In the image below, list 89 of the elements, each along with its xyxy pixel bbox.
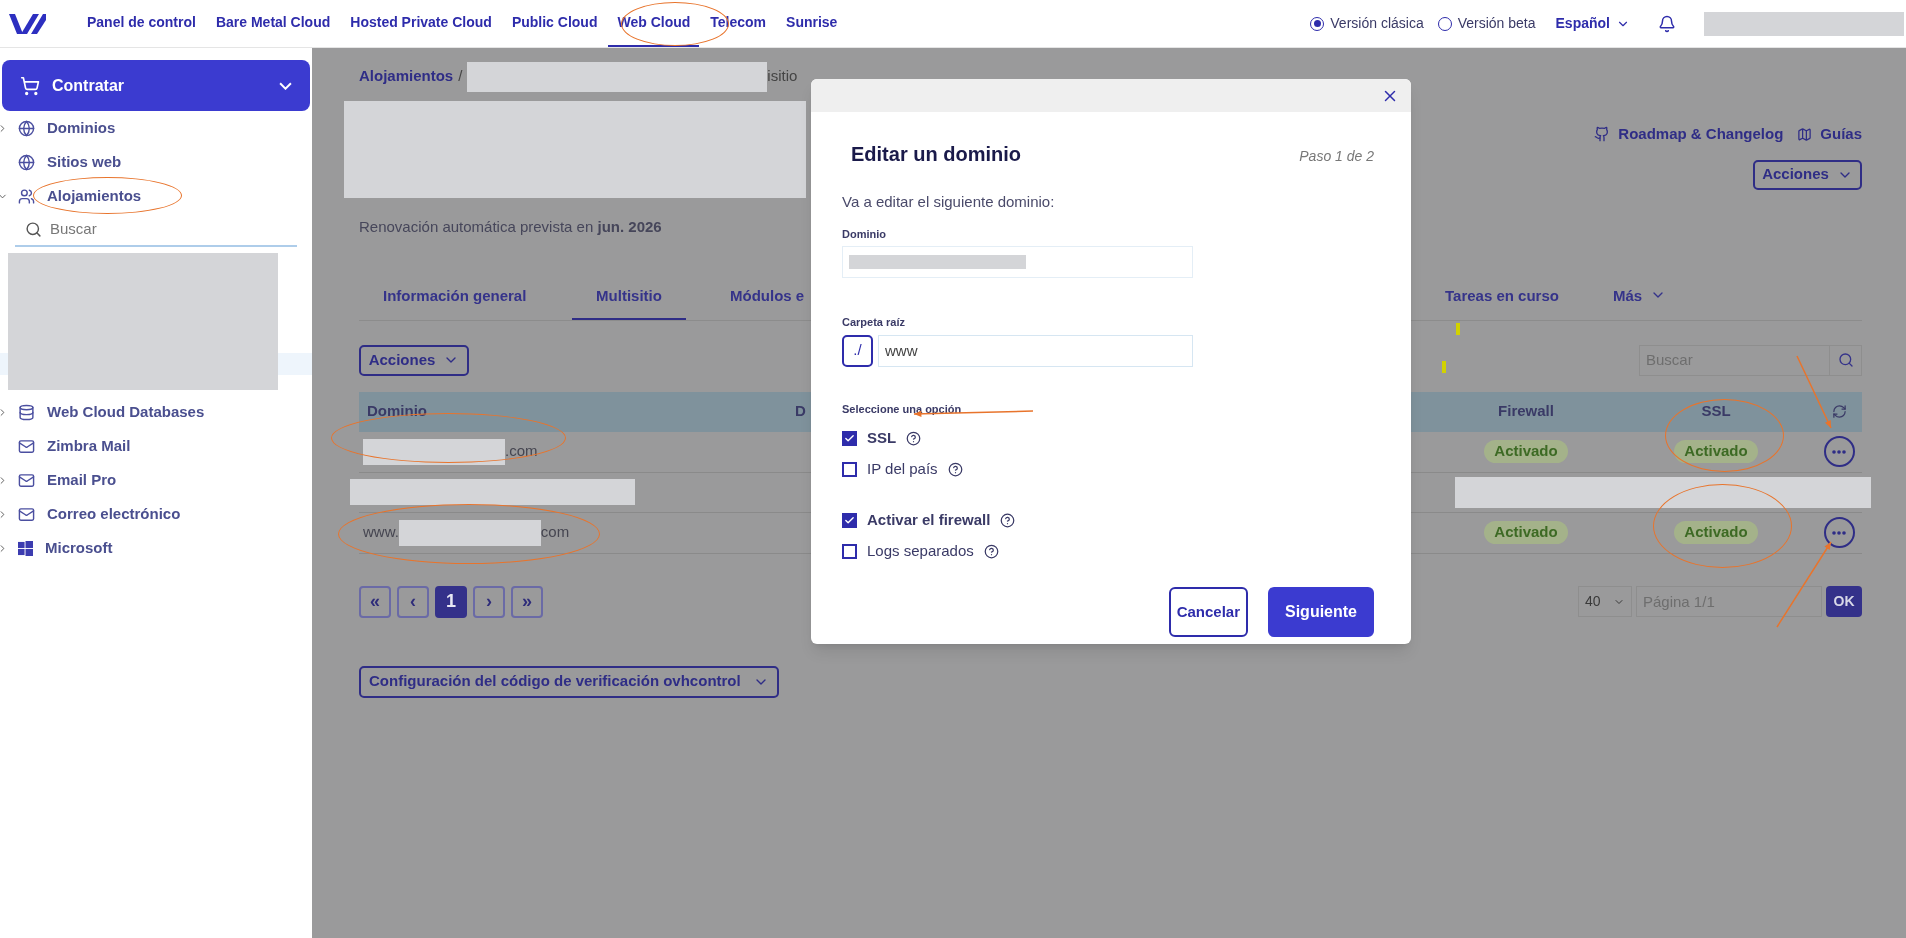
version-radio[interactable]: Versión beta (1437, 13, 1536, 34)
section-tab[interactable]: Módulos e (730, 284, 808, 320)
dialog-intro: Va a editar el siguiente dominio: (842, 192, 1056, 212)
cart-icon (20, 75, 40, 96)
table-actions-dropdown[interactable]: Acciones (359, 344, 469, 376)
pagination-button[interactable]: » (511, 585, 543, 618)
nav-tab[interactable]: Panel de control (78, 0, 205, 47)
option-checkbox[interactable]: Logs separados (842, 536, 999, 567)
sidebar-item[interactable]: Web Cloud Databases (0, 395, 312, 429)
actions-dropdown[interactable]: Acciones (1753, 159, 1862, 190)
refresh-icon[interactable] (1831, 404, 1847, 419)
pagination-button[interactable]: « (359, 585, 391, 618)
options-label: Seleccione una opción (842, 401, 962, 417)
field-label: Carpeta raíz (842, 315, 906, 330)
tick-mark (1456, 322, 1460, 335)
order-button[interactable]: Contratar (2, 60, 310, 111)
windows-icon (18, 540, 33, 556)
breadcrumb-link[interactable]: Alojamientos (359, 65, 454, 88)
dialog-title: Editar un dominio (851, 142, 1021, 167)
cancel-button[interactable]: Cancelar (1168, 587, 1248, 637)
root-folder-field[interactable]: www (878, 334, 1193, 367)
section-tab[interactable]: Multisitio (572, 284, 686, 320)
ellipsis-icon (1832, 530, 1846, 535)
ellipsis-icon (1832, 449, 1846, 454)
help-icon[interactable] (1000, 513, 1016, 528)
header-link[interactable]: Roadmap & Changelog (1594, 123, 1784, 146)
more-tab[interactable]: Más (1594, 284, 1685, 320)
language-dropdown[interactable]: Español (1555, 13, 1630, 34)
option-checkbox[interactable]: Activar el firewall (842, 505, 1016, 536)
help-icon[interactable] (906, 431, 922, 446)
section-tab[interactable]: Tareas en curso (1427, 284, 1577, 320)
ok-button[interactable]: OK (1826, 586, 1862, 617)
status-badge: Activado (1674, 521, 1758, 544)
domain-text: www. (363, 522, 399, 543)
envelope-icon (18, 505, 35, 523)
status-badge: Activado (1484, 521, 1568, 544)
header-link[interactable]: Guías (1797, 123, 1862, 146)
section-tab[interactable]: Información general (365, 284, 555, 320)
sidebar-item[interactable]: Correo electrónico (0, 497, 312, 531)
column-header: SSL (1701, 401, 1731, 422)
breadcrumb-text: isitio (767, 66, 798, 87)
sidebar-search-field[interactable]: Buscar (50, 217, 270, 241)
step-indicator: Paso 1 de 2 (1299, 147, 1374, 166)
column-header: Firewall (1498, 401, 1554, 422)
pagination-button[interactable]: › (473, 585, 505, 618)
github-icon (1594, 126, 1611, 143)
column-header: Dominio (366, 401, 427, 422)
option-checkbox[interactable]: IP del país (842, 454, 963, 485)
page-size-select[interactable]: 40 (1578, 586, 1632, 617)
globe-icon (18, 119, 35, 137)
domain-text: .com (505, 441, 538, 462)
nav-tab[interactable]: Sunrise (777, 0, 847, 47)
nav-tab[interactable]: Public Cloud (502, 0, 607, 47)
sidebar-item[interactable]: Dominios (0, 111, 312, 145)
sidebar-item[interactable]: Zimbra Mail (0, 429, 312, 463)
database-icon (18, 403, 35, 421)
envelope-icon (18, 471, 35, 489)
globe-icon (18, 153, 35, 171)
field-label: Dominio (842, 226, 887, 242)
pagination-button[interactable]: ‹ (397, 585, 429, 618)
notifications-icon[interactable] (1658, 14, 1676, 33)
renewal-text: Renovación automática prevista en jun. 2026 (359, 217, 662, 237)
pagination-button[interactable]: 1 (435, 585, 467, 618)
people-icon (18, 187, 35, 205)
sidebar-item[interactable]: Microsoft (0, 531, 312, 565)
help-icon[interactable] (947, 462, 963, 477)
chevron-icon (279, 81, 292, 90)
nav-tab[interactable]: Hosted Private Cloud (341, 0, 501, 47)
row-menu-button[interactable] (1823, 436, 1855, 467)
tick-mark (1442, 360, 1446, 373)
search-button[interactable] (1830, 344, 1862, 376)
version-radio[interactable]: Versión clásica (1310, 13, 1424, 34)
domain-text: com (540, 522, 570, 543)
next-button[interactable]: Siguiente (1268, 587, 1374, 637)
sidebar-item[interactable]: Alojamientos (0, 179, 312, 213)
column-header: D (795, 401, 806, 422)
root-prefix-button[interactable]: ./ (842, 334, 873, 367)
sidebar-item[interactable]: Email Pro (0, 463, 312, 497)
breadcrumb-separator: / (458, 66, 463, 87)
envelope-icon (18, 437, 35, 455)
status-badge: Activado (1674, 440, 1758, 463)
option-checkbox[interactable]: SSL (842, 423, 922, 454)
verification-dropdown[interactable]: Configuración del código de verificación ovhcontrol (359, 665, 779, 698)
status-badge: Activado (1484, 440, 1568, 463)
help-icon[interactable] (983, 544, 999, 559)
search-icon (25, 220, 42, 238)
nav-tab[interactable]: Bare Metal Cloud (206, 0, 340, 47)
sidebar-item[interactable]: Sitios web (0, 145, 312, 179)
search-icon (1837, 352, 1854, 368)
